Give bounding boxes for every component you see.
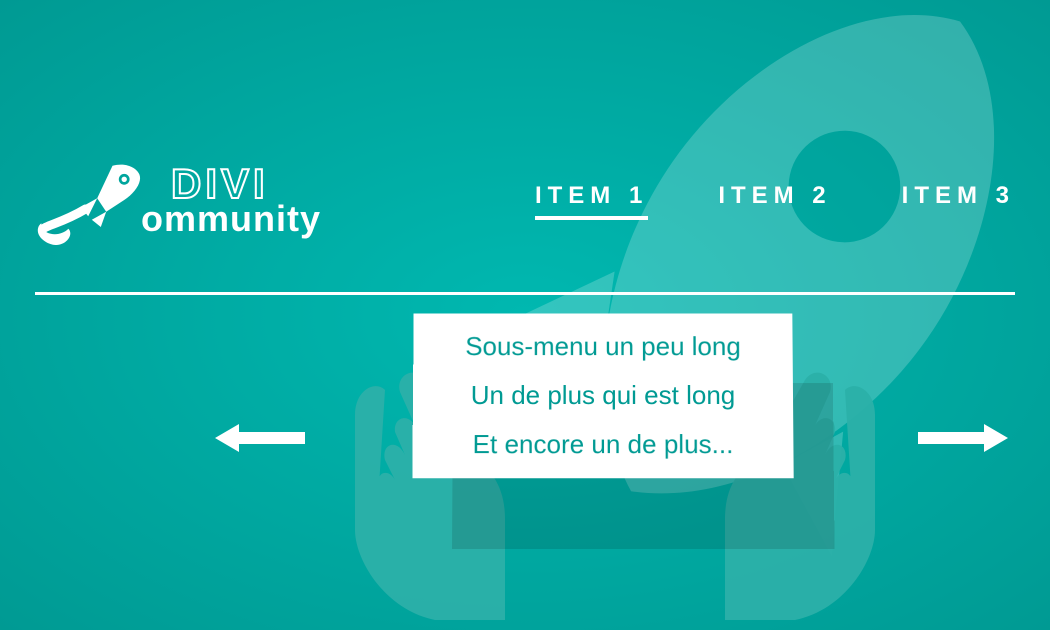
nav-item-2[interactable]: ITEM 2 bbox=[718, 182, 831, 218]
nav-item-3[interactable]: ITEM 3 bbox=[902, 182, 1015, 218]
submenu-item-3[interactable]: Et encore un de plus... bbox=[441, 429, 766, 460]
arrow-left-icon bbox=[215, 400, 305, 465]
logo: DIVI ommunity bbox=[35, 155, 321, 245]
submenu-dropdown: Sous-menu un peu long Un de plus qui est… bbox=[412, 313, 793, 478]
site-header: DIVI ommunity ITEM 1 ITEM 2 ITEM 3 bbox=[35, 155, 1015, 245]
rocket-icon bbox=[35, 155, 145, 245]
arrow-right-icon bbox=[918, 400, 1008, 465]
logo-subtitle: ommunity bbox=[141, 201, 321, 237]
submenu-item-2[interactable]: Un de plus qui est long bbox=[441, 380, 765, 411]
nav-item-1[interactable]: ITEM 1 bbox=[535, 182, 648, 218]
submenu-item-1[interactable]: Sous-menu un peu long bbox=[441, 331, 765, 362]
logo-text: DIVI ommunity bbox=[141, 163, 321, 237]
header-divider bbox=[35, 292, 1015, 295]
main-nav: ITEM 1 ITEM 2 ITEM 3 bbox=[535, 182, 1015, 218]
